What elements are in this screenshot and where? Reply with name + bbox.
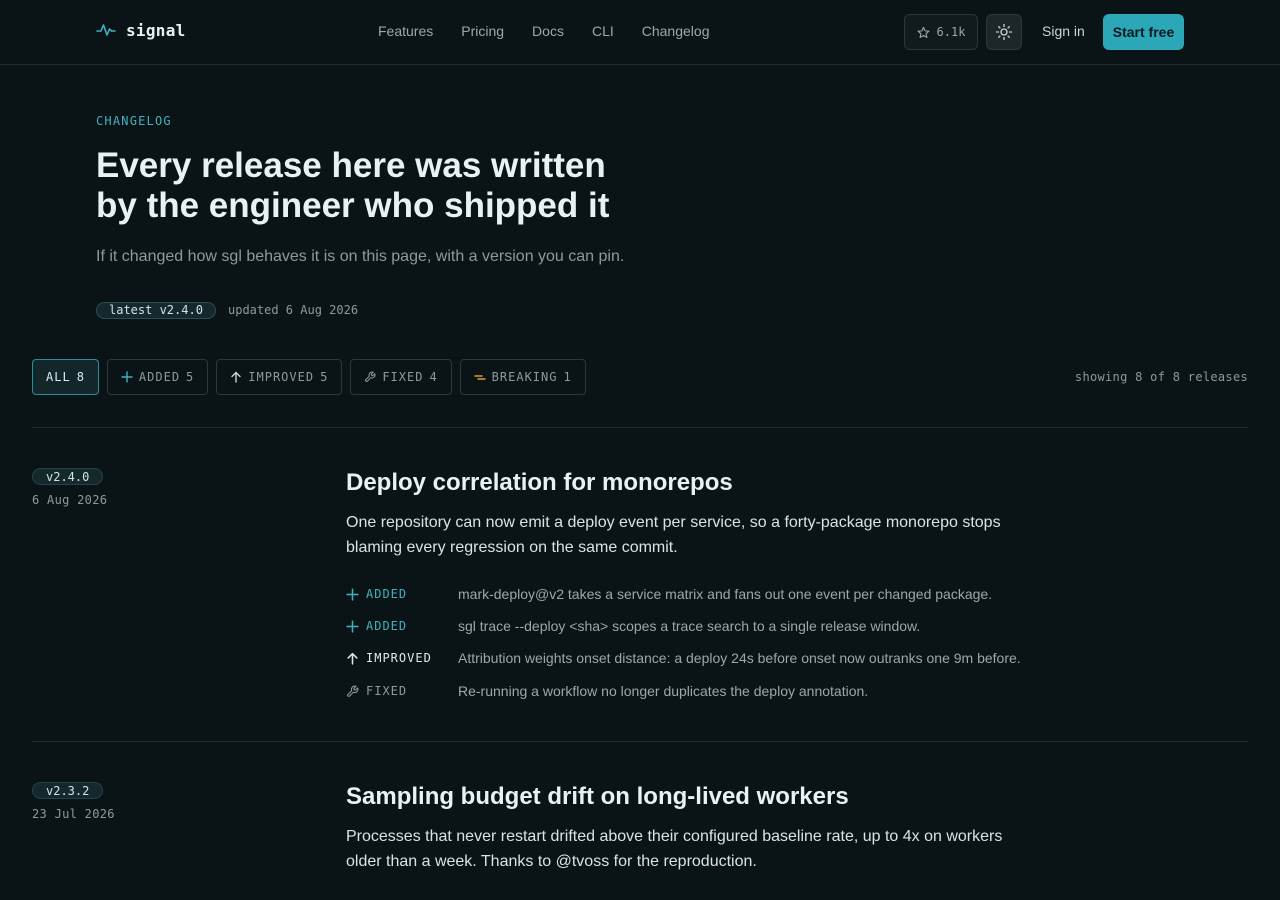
change-tag-added: ADDED <box>346 619 458 633</box>
arrow-up-icon <box>347 652 358 665</box>
github-stars-button[interactable]: 6.1k <box>904 14 978 50</box>
pulse-icon <box>96 24 116 36</box>
top-nav: signal Features Pricing Docs CLI Changel… <box>0 0 1280 65</box>
change-text: Attribution weights onset distance: a de… <box>458 650 1021 666</box>
nav-links: Features Pricing Docs CLI Changelog <box>378 23 709 39</box>
results-count: showing 8 of 8 releases <box>1074 370 1248 384</box>
release-version-badge[interactable]: v2.3.2 <box>32 782 104 799</box>
release-date: 23 Jul 2026 <box>32 807 115 821</box>
filter-bar: ALL 8 ADDED 5 IMPROVED 5 FIXED 4 BREAKIN… <box>32 359 586 395</box>
nav-link-cli[interactable]: CLI <box>592 23 614 39</box>
latest-version-badge: latest v2.4.0 <box>96 302 216 319</box>
filter-count: 4 <box>429 370 438 384</box>
wrench-icon <box>347 685 359 697</box>
page-eyebrow: CHANGELOG <box>96 114 172 128</box>
change-item: IMPROVED Attribution weights onset dista… <box>346 649 1021 667</box>
filter-count: 8 <box>76 370 85 384</box>
filter-breaking[interactable]: BREAKING 1 <box>459 359 586 395</box>
filter-count: 5 <box>320 370 329 384</box>
filter-count: 1 <box>563 370 572 384</box>
release-description: One repository can now emit a deploy eve… <box>346 514 1001 556</box>
theme-toggle-button[interactable] <box>986 14 1022 50</box>
filter-label: ADDED <box>138 370 181 384</box>
change-item: FIXED Re-running a workflow no longer du… <box>346 682 868 700</box>
breaking-icon <box>473 375 486 380</box>
plus-icon <box>346 619 359 633</box>
filter-all[interactable]: ALL 8 <box>32 359 99 395</box>
star-count: 6.1k <box>936 25 966 39</box>
arrow-up-icon <box>231 371 241 383</box>
change-tag-improved: IMPROVED <box>346 651 458 665</box>
section-divider <box>32 427 1248 428</box>
filter-label: IMPROVED <box>248 370 315 384</box>
change-type: ADDED <box>366 619 408 633</box>
change-text: mark-deploy@v2 takes a service matrix an… <box>458 586 993 602</box>
updated-date: updated 6 Aug 2026 <box>228 303 359 317</box>
filter-improved[interactable]: IMPROVED 5 <box>216 359 343 395</box>
wrench-icon <box>365 371 376 382</box>
filter-label: BREAKING <box>491 370 558 384</box>
change-item: ADDED sgl trace --deploy <sha> scopes a … <box>346 617 920 635</box>
change-type: ADDED <box>366 587 408 601</box>
plus-icon <box>346 587 359 601</box>
release-date: 6 Aug 2026 <box>32 493 108 507</box>
change-text: Re-running a workflow no longer duplicat… <box>458 683 869 699</box>
change-type: IMPROVED <box>366 651 432 665</box>
sun-icon <box>995 23 1013 41</box>
nav-link-docs[interactable]: Docs <box>532 23 564 39</box>
filter-fixed[interactable]: FIXED 4 <box>350 359 452 395</box>
nav-link-pricing[interactable]: Pricing <box>461 23 504 39</box>
sign-in-link[interactable]: Sign in <box>1042 23 1085 39</box>
filter-label: ALL <box>46 370 71 384</box>
release-description: Processes that never restart drifted abo… <box>346 828 1003 870</box>
release-version-badge[interactable]: v2.4.0 <box>32 468 104 485</box>
change-item: ADDED mark-deploy@v2 takes a service mat… <box>346 585 992 603</box>
release-title: Deploy correlation for monorepos <box>346 469 733 496</box>
filter-label: FIXED <box>382 370 424 384</box>
start-free-button[interactable]: Start free <box>1103 14 1184 50</box>
release-title: Sampling budget drift on long-lived work… <box>346 783 849 810</box>
page-title: Every release here was written by the en… <box>96 146 610 225</box>
brand-logo[interactable]: signal <box>96 20 186 40</box>
change-tag-added: ADDED <box>346 587 458 601</box>
nav-link-changelog[interactable]: Changelog <box>642 23 710 39</box>
star-icon <box>917 26 930 38</box>
change-text: sgl trace --deploy <sha> scopes a trace … <box>458 618 921 634</box>
brand-name: signal <box>126 20 186 40</box>
page-subtitle: If it changed how sgl behaves it is on t… <box>96 248 625 265</box>
filter-count: 5 <box>186 370 195 384</box>
filter-added[interactable]: ADDED 5 <box>106 359 209 395</box>
plus-icon <box>121 371 133 383</box>
change-type: FIXED <box>366 684 408 698</box>
nav-link-features[interactable]: Features <box>378 23 433 39</box>
release-divider <box>32 741 1248 742</box>
change-tag-fixed: FIXED <box>346 684 458 698</box>
